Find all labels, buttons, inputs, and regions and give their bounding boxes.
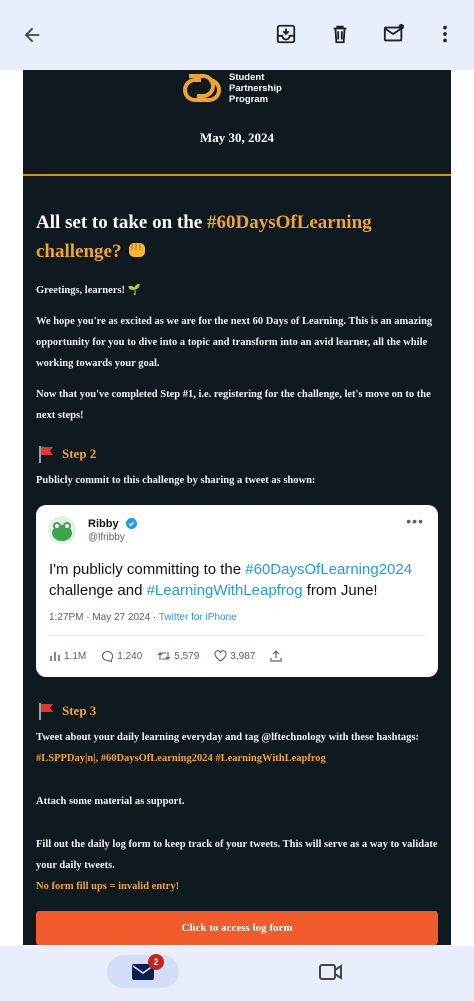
bottom-nav: 2: [0, 946, 474, 1001]
tweet-more-icon: •••: [406, 513, 424, 529]
replies-count: 1,240: [117, 650, 143, 662]
tweet-text-part: challenge and: [49, 582, 147, 599]
step-3-heading: Step 3: [36, 701, 438, 721]
heading-hashtag: #60DaysOfLearning: [206, 212, 372, 233]
views-stat: 1.1M: [49, 650, 86, 662]
brand-line-1: Student: [229, 72, 265, 83]
step-3-title: Step 3: [62, 703, 97, 718]
next-steps-paragraph: Now that you've completed Step #1, i.e. …: [36, 389, 431, 421]
step-2-heading: Step 2: [36, 444, 438, 464]
email-date: May 30, 2024: [199, 130, 275, 145]
warning-text: No form fill ups = invalid entry!: [36, 881, 180, 892]
step-2-title: Step 2: [62, 446, 97, 461]
brand-line-2: Partnership: [229, 83, 282, 94]
retweets-count: 5,579: [174, 650, 200, 662]
brand-line-3: Program: [229, 94, 269, 105]
log-form-text: Fill out the daily log form to keep trac…: [36, 839, 438, 871]
email-content: All set to take on the #60DaysOfLearning…: [23, 208, 451, 945]
step-3-text-main: Tweet about your daily learning everyday…: [36, 732, 420, 743]
tweet-author-label: Ribby: [88, 518, 119, 530]
tweet-time: 1:27PM · May 27 2024 ·: [49, 612, 159, 623]
top-app-bar: [0, 0, 474, 70]
tweet-card: Ribby @lfribby ••• I'm publicly committi…: [36, 505, 438, 677]
reply-icon: [102, 650, 114, 662]
mark-unread-icon[interactable]: [380, 20, 408, 48]
likes-count: 3,987: [230, 650, 256, 662]
step-3-text: Tweet about your daily learning everyday…: [36, 727, 438, 769]
share-stat: [270, 650, 285, 662]
greeting: Greetings, learners! 🌱: [36, 285, 141, 296]
step-3-hashtags: #LSPPDay|n|, #60DaysOfLearning2024 #Lear…: [36, 753, 326, 764]
back-arrow-icon[interactable]: [18, 21, 46, 49]
tweet-text-part: from June!: [302, 582, 378, 599]
email-header: Student Partnership Program May 30, 2024: [23, 70, 451, 176]
verified-badge-icon: [125, 518, 137, 529]
heading-prefix: All set to take on the: [36, 212, 207, 233]
tweet-text: I'm publicly committing to the #60DaysOf…: [49, 559, 427, 601]
tweet-hashtag: #60DaysOfLearning2024: [245, 561, 413, 578]
intro-paragraph: We hope you're as excited as we are for …: [36, 316, 433, 369]
views-icon: [50, 652, 60, 661]
unread-badge: 2: [148, 954, 164, 970]
retweet-icon: [157, 652, 171, 660]
fist-emoji-icon: [129, 243, 146, 257]
share-icon: [270, 650, 282, 662]
archive-icon[interactable]: [272, 20, 300, 48]
tweet-divider: [49, 635, 425, 636]
student-partnership-logo-icon: [183, 74, 221, 102]
red-flag-icon: [39, 446, 53, 463]
email-body: Student Partnership Program May 30, 2024…: [23, 70, 451, 945]
heart-icon: [214, 650, 227, 662]
views-count: 1.1M: [64, 650, 87, 662]
heading-suffix: challenge?: [36, 241, 122, 262]
tweet-stats: 1.1M 1,240 5,579 3,987: [49, 650, 300, 662]
log-form-button[interactable]: Click to access log form: [36, 911, 438, 945]
likes-stat: 3,987: [214, 650, 255, 662]
video-icon: [319, 964, 342, 980]
replies-stat: 1,240: [101, 650, 142, 662]
red-flag-icon: [39, 703, 53, 720]
tweet-handle: @lfribby: [88, 532, 125, 543]
delete-icon[interactable]: [326, 20, 354, 48]
tweet-meta: 1:27PM · May 27 2024 · Twitter for iPhon…: [49, 612, 237, 623]
tweet-source: Twitter for iPhone: [158, 612, 237, 623]
retweets-stat: 5,579: [157, 650, 199, 662]
more-options-icon[interactable]: [431, 20, 459, 48]
step-2-text: Publicly commit to this challenge by sha…: [36, 475, 316, 486]
attach-text: Attach some material as support.: [36, 796, 185, 807]
mail-tab[interactable]: 2: [107, 954, 179, 988]
tweet-text-part: I'm publicly committing to the: [49, 561, 246, 578]
tweet-author-name: Ribby: [88, 518, 137, 530]
video-tab[interactable]: [318, 962, 344, 987]
email-heading: All set to take on the #60DaysOfLearning…: [36, 208, 438, 266]
tweet-avatar: [48, 516, 76, 544]
tweet-hashtag: #LearningWithLeapfrog: [146, 582, 303, 599]
brand-name: Student Partnership Program: [229, 72, 282, 105]
